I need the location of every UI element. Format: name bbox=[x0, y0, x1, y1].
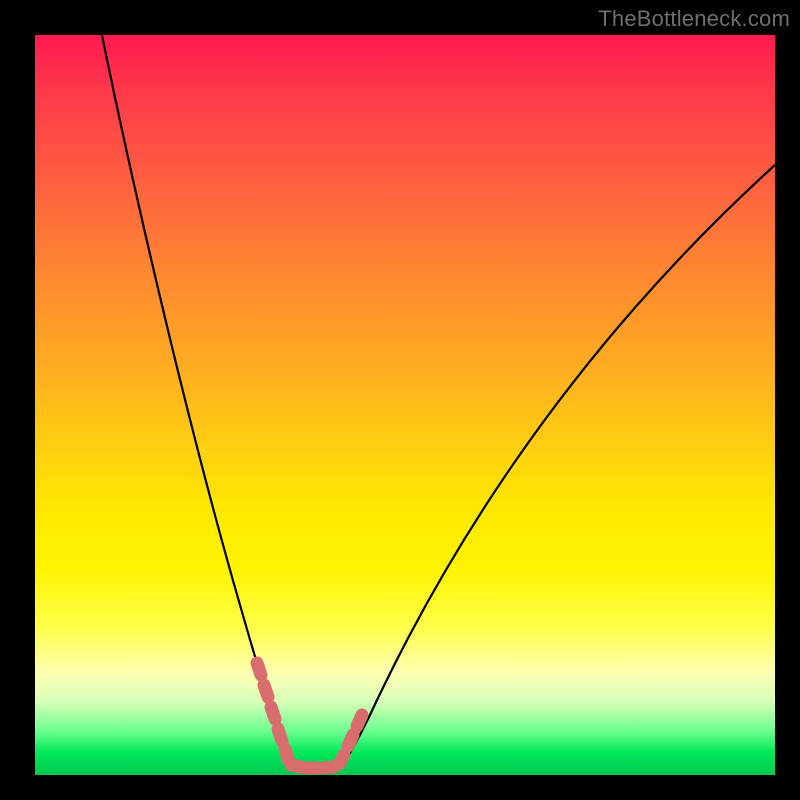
bottleneck-curve-svg bbox=[35, 35, 775, 775]
plot-area bbox=[35, 35, 775, 775]
optimal-range-highlight bbox=[257, 663, 362, 768]
bottleneck-curve-path bbox=[90, 35, 775, 772]
watermark-text: TheBottleneck.com bbox=[598, 6, 790, 32]
chart-frame: TheBottleneck.com bbox=[0, 0, 800, 800]
